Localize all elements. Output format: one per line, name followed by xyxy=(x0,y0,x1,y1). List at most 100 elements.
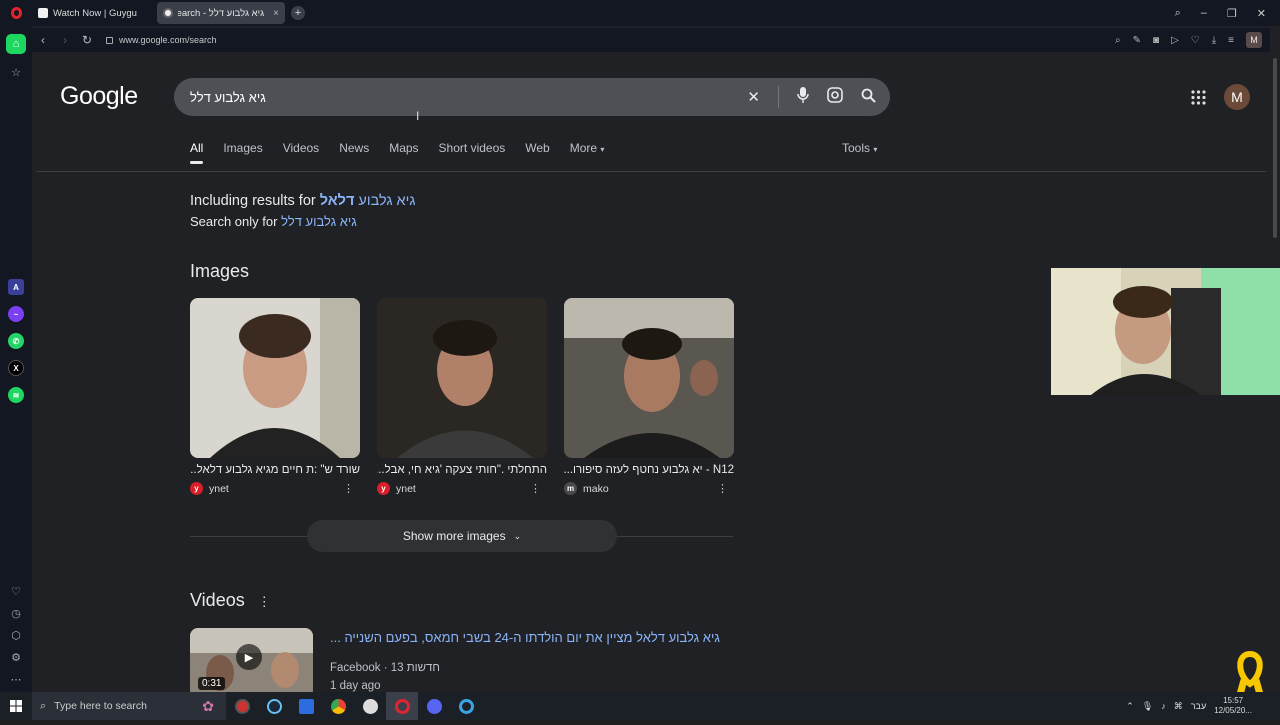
tray-expand-icon[interactable]: ⌃ xyxy=(1126,701,1134,712)
steam-icon[interactable] xyxy=(258,692,290,720)
lock-icon xyxy=(106,36,113,44)
search-box[interactable]: גיא גלבוע דלל ✕ xyxy=(174,78,890,116)
new-tab-button[interactable]: + xyxy=(290,6,305,20)
lens-icon[interactable] xyxy=(827,87,843,107)
download-icon[interactable]: ⤓ xyxy=(1212,35,1216,46)
tab-google-search[interactable]: גיא גלבוע דלל - Google Search × xyxy=(156,2,285,24)
taskbar-search-field[interactable]: ⌕ Type here to search ✿ xyxy=(32,692,226,720)
edit-icon[interactable]: ✎ xyxy=(1133,35,1141,46)
aria-icon[interactable]: A xyxy=(8,279,24,295)
play-icon[interactable]: ▶ xyxy=(236,644,262,670)
text-cursor-icon: I xyxy=(416,109,420,123)
tab-maps[interactable]: Maps xyxy=(389,141,418,155)
more-options-icon[interactable]: ⋮ xyxy=(530,482,541,495)
forward-button[interactable]: › xyxy=(54,33,76,47)
chrome-icon[interactable] xyxy=(322,692,354,720)
spotify-icon[interactable]: ≋ xyxy=(8,387,24,403)
image-thumbnail[interactable] xyxy=(377,298,547,458)
clock[interactable]: 15:57 12/05/20... xyxy=(1214,696,1252,716)
minimize-button[interactable]: – xyxy=(1201,7,1207,19)
play-icon[interactable]: ▷ xyxy=(1171,35,1179,46)
corrected-query-link[interactable]: גיא גלבוע דלאל xyxy=(320,193,416,209)
image-result-card[interactable]: N12 - יא גלבוע נחטף לעזה סיפורו... m mak… xyxy=(564,298,734,495)
tab-watch-now[interactable]: Watch Now | Guygu xyxy=(32,2,143,24)
show-more-images-button[interactable]: Show more images ⌄ xyxy=(307,520,617,552)
image-result-card[interactable]: שורד ש" :ת חיים מגיא גלבוע דלאל... y yne… xyxy=(190,298,360,495)
tab-images[interactable]: Images xyxy=(223,141,262,155)
tab-label: Watch Now | Guygu xyxy=(53,7,137,19)
heart-icon[interactable]: ♡ xyxy=(1191,35,1200,46)
heart-icon[interactable]: ♡ xyxy=(11,585,21,598)
google-apps-icon[interactable] xyxy=(1191,90,1206,110)
url-field[interactable]: www.google.com/search xyxy=(106,35,217,45)
reload-button[interactable]: ↻ xyxy=(76,33,98,47)
more-options-icon[interactable]: ⋮ xyxy=(343,482,354,495)
image-thumbnail[interactable] xyxy=(190,298,360,458)
clear-icon[interactable]: ✕ xyxy=(747,88,760,106)
windows-taskbar: ⌕ Type here to search ✿ ⌃ 🎙︎ ♪ ⌘ עבר 15:… xyxy=(0,692,1280,720)
tab-search-icon[interactable]: ⌕ xyxy=(1175,7,1181,20)
close-window-button[interactable]: ✕ xyxy=(1257,7,1266,20)
back-button[interactable]: ‹ xyxy=(32,33,54,47)
whatsapp-icon[interactable]: ✆ xyxy=(8,333,24,349)
x-twitter-icon[interactable]: X xyxy=(8,360,24,376)
files-icon[interactable] xyxy=(290,692,322,720)
search-query[interactable]: גיא גלבוע דלל xyxy=(190,90,266,105)
network-icon[interactable]: ⌘ xyxy=(1174,701,1183,712)
language-indicator[interactable]: עבר xyxy=(1191,701,1206,711)
image-caption[interactable]: התחלתי ."חותי צעקה 'גיא חי, אבל... xyxy=(377,464,547,476)
taskbar-app-icon[interactable] xyxy=(354,692,386,720)
more-label: More xyxy=(569,141,598,155)
profile-avatar[interactable]: M xyxy=(1246,32,1262,48)
tab-all[interactable]: All xyxy=(190,141,204,164)
clock-time: 15:57 xyxy=(1223,696,1244,705)
settings-icon[interactable]: ⚙ xyxy=(11,651,21,664)
video-source: Facebook · 13 חדשות xyxy=(330,662,440,674)
tab-bar: Watch Now | Guygu גיא גלבוע דלל - Google… xyxy=(0,0,1280,26)
image-source[interactable]: y ynet ⋮ xyxy=(377,482,547,495)
taskbar-app-icon[interactable] xyxy=(450,692,482,720)
home-icon[interactable]: ⌂ xyxy=(6,34,26,54)
image-thumbnail[interactable] xyxy=(564,298,734,458)
tab-videos[interactable]: Videos xyxy=(283,141,319,155)
cube-icon[interactable]: ⬡ xyxy=(11,629,21,642)
video-age: 1 day ago xyxy=(330,680,381,692)
more-icon[interactable]: ⋯ xyxy=(11,673,22,686)
history-icon[interactable]: ◷ xyxy=(11,607,21,620)
google-logo[interactable]: Google xyxy=(60,82,138,111)
image-source[interactable]: y ynet ⋮ xyxy=(190,482,360,495)
star-icon[interactable]: ☆ xyxy=(8,64,24,80)
zoom-icon[interactable]: ⌕ xyxy=(1115,35,1121,46)
image-caption[interactable]: N12 - יא גלבוע נחטף לעזה סיפורו... xyxy=(564,464,734,476)
microphone-icon[interactable] xyxy=(797,87,809,107)
tab-short-videos[interactable]: Short videos xyxy=(439,141,506,155)
tab-more[interactable]: More ▾ xyxy=(570,141,605,155)
taskbar-app-icon[interactable] xyxy=(226,692,258,720)
menu-icon[interactable]: ≡ xyxy=(1228,35,1234,46)
original-query-link[interactable]: גיא גלבוע דלל xyxy=(281,214,357,229)
account-avatar[interactable]: M xyxy=(1224,84,1250,110)
more-options-icon[interactable]: ⋮ xyxy=(717,482,728,495)
microphone-tray-icon[interactable]: 🎙︎ xyxy=(1142,701,1153,712)
video-thumbnail[interactable]: ▶ 0:31 xyxy=(190,628,313,692)
scrollbar-thumb[interactable] xyxy=(1273,58,1277,238)
tab-web[interactable]: Web xyxy=(525,141,549,155)
camera-icon[interactable]: ◙ xyxy=(1153,35,1159,46)
close-tab-icon[interactable]: × xyxy=(273,8,279,19)
discord-icon[interactable] xyxy=(418,692,450,720)
search-icon[interactable] xyxy=(861,88,876,107)
tab-news[interactable]: News xyxy=(339,141,369,155)
maximize-button[interactable]: ❐ xyxy=(1227,7,1237,20)
search-tabs: All Images Videos News Maps Short videos… xyxy=(190,141,605,164)
opera-logo-icon[interactable] xyxy=(0,0,32,26)
tools-button[interactable]: Tools ▾ xyxy=(842,141,877,155)
image-source[interactable]: m mako ⋮ xyxy=(564,482,734,495)
image-caption[interactable]: שורד ש" :ת חיים מגיא גלבוע דלאל... xyxy=(190,464,360,476)
windows-start-icon[interactable] xyxy=(0,692,32,720)
image-result-card[interactable]: התחלתי ."חותי צעקה 'גיא חי, אבל... y yne… xyxy=(377,298,547,495)
video-title-link[interactable]: גיא גלבוע דלאל מציין את יום הולדתו ה-24 … xyxy=(330,630,720,645)
opera-taskbar-icon[interactable] xyxy=(386,692,418,720)
volume-icon[interactable]: ♪ xyxy=(1161,701,1166,711)
messenger-icon[interactable]: ~ xyxy=(8,306,24,322)
more-options-icon[interactable]: ⋮ xyxy=(258,594,271,609)
